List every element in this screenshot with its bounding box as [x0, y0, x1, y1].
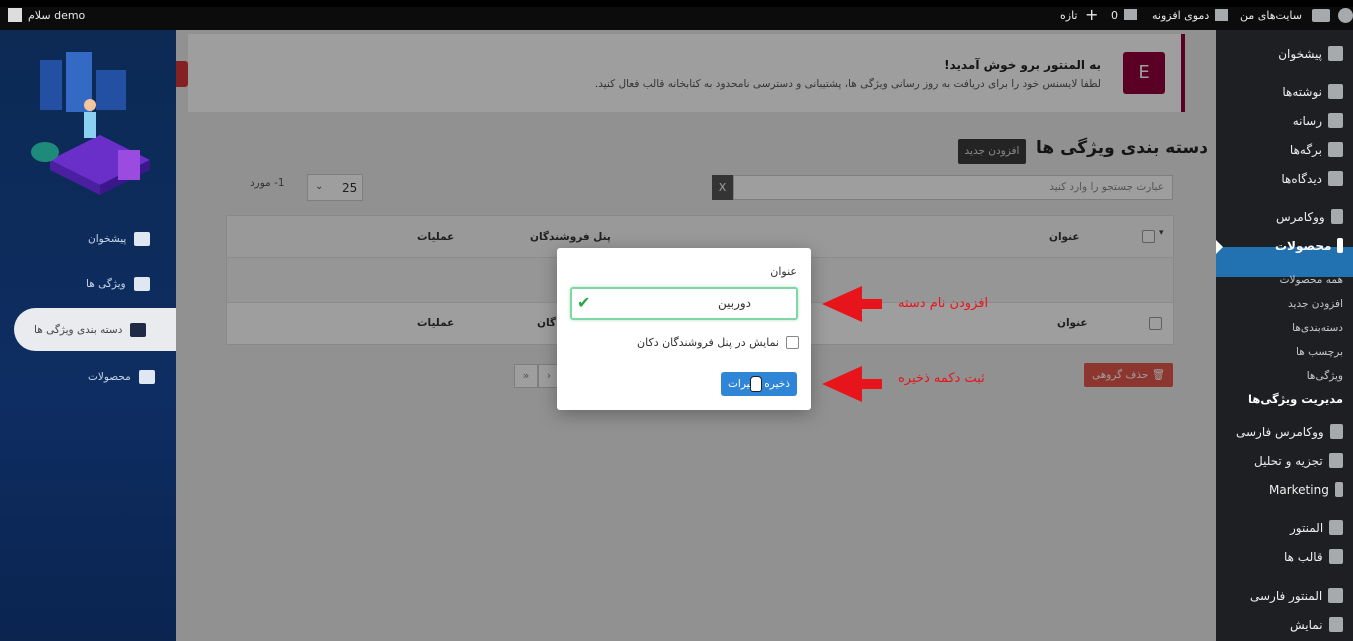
wp-menu-item-products[interactable]: محصولات: [1275, 238, 1343, 253]
wp-menu-item-woo-persian[interactable]: ووکامرس فارسی: [1236, 424, 1343, 439]
vendor-sidebar-item-attributes[interactable]: ویژگی ها: [86, 277, 150, 291]
avatar[interactable]: [8, 8, 22, 22]
elementor-icon: [1329, 520, 1343, 535]
pages-icon: [1328, 142, 1343, 157]
wp-menu-label: نوشته‌ها: [1282, 84, 1322, 99]
site-name-link[interactable]: دموی افزونه: [1152, 9, 1209, 22]
wp-menu-item-elementor[interactable]: المنتور: [1290, 520, 1343, 535]
wp-menu-item-templates[interactable]: قالب ها: [1284, 549, 1343, 564]
wp-menu-item-marketing[interactable]: Marketing: [1269, 482, 1343, 497]
wp-menu-label: تجزیه و تحلیل: [1254, 453, 1323, 468]
elementor-persian-icon: [1328, 588, 1343, 603]
wp-submenu-tags[interactable]: برچسب ها: [1291, 346, 1343, 358]
category-name-input[interactable]: ✔ دوربین: [570, 287, 798, 320]
brush-icon: [1328, 617, 1343, 632]
category-name-value: دوربین: [717, 296, 751, 310]
vendor-sidebar-item-label: دسته بندی ویژگی ها: [34, 324, 123, 336]
wp-menu-label: المنتور: [1290, 520, 1324, 535]
wp-submenu-all-products[interactable]: همه محصولات: [1275, 274, 1343, 286]
wp-menu-item-pages[interactable]: برگه‌ها: [1287, 142, 1343, 157]
wp-menu-item-posts[interactable]: نوشته‌ها: [1278, 84, 1343, 99]
vendor-panel-checkbox[interactable]: [786, 336, 799, 349]
woo-persian-icon: [1329, 424, 1343, 439]
wp-menu-label: برگه‌ها: [1289, 142, 1322, 157]
media-icon: [1328, 113, 1343, 128]
analytics-icon: [1328, 453, 1343, 468]
wp-menu-item-dashboard[interactable]: پیشخوان: [1278, 46, 1343, 61]
vendor-sidebar-item-label: محصولات: [88, 371, 131, 383]
list-icon: [133, 277, 150, 291]
vendor-sidebar-item-attribute-categories[interactable]: دسته بندی ویژگی ها: [34, 323, 147, 337]
vendor-sidebar-item-label: پیشخوان: [88, 233, 127, 245]
wp-menu-label: دیدگاه‌ها: [1281, 171, 1322, 186]
admin-bar: سلام demo سایت‌های من دموی افزونه 0 تازه…: [0, 0, 1353, 30]
wp-submenu-add-new[interactable]: افزودن جدید: [1286, 298, 1343, 310]
wp-menu-label: المنتور فارسی: [1250, 588, 1323, 603]
annotation-name-hint: افزودن نام دسته: [898, 296, 989, 311]
comment-icon: [1124, 9, 1137, 20]
add-category-modal: عنوان ✔ دوربین نمایش در پنل فروشندگان دک…: [557, 248, 811, 410]
wp-menu-label: ووکامرس: [1276, 209, 1325, 224]
wp-menu-label: قالب ها: [1284, 549, 1323, 564]
megaphone-icon: [1334, 482, 1343, 497]
wp-menu-item-analytics[interactable]: تجزیه و تحلیل: [1254, 453, 1343, 468]
my-sites-link[interactable]: سایت‌های من: [1240, 9, 1302, 22]
annotation-save-hint: ثبت دکمه ذخیره: [898, 371, 985, 386]
wp-menu-label: محصولات: [1275, 238, 1332, 253]
wp-submenu-attributes[interactable]: ویژگی‌ها: [1300, 370, 1343, 382]
pin-icon: [1328, 84, 1343, 99]
wp-logo-icon[interactable]: [1338, 8, 1353, 23]
sites-icon: [1312, 9, 1330, 22]
woo-icon: [1330, 209, 1343, 224]
vendor-sidebar-item-dashboard[interactable]: پیشخوان: [88, 232, 151, 246]
home-icon: [1215, 9, 1228, 21]
vendor-sidebar-item-label: ویژگی ها: [86, 278, 126, 290]
templates-icon: [1328, 549, 1343, 564]
new-link[interactable]: تازه: [1060, 9, 1078, 22]
dashboard-icon: [1328, 46, 1343, 61]
home-icon: [134, 232, 151, 246]
plus-icon: +: [1085, 5, 1099, 24]
comments-icon: [1328, 171, 1343, 186]
wp-menu-item-woocommerce[interactable]: ووکامرس: [1276, 209, 1343, 224]
wp-menu-item-elementor-persian[interactable]: المنتور فارسی: [1250, 588, 1343, 603]
wp-menu-label: نمایش: [1290, 617, 1323, 632]
active-menu-pointer: [1216, 240, 1223, 254]
comments-count[interactable]: 0: [1111, 9, 1118, 22]
dashboard-illustration: [31, 52, 150, 195]
wp-menu-label: رسانه: [1292, 113, 1322, 128]
vendor-panel-checkbox-row[interactable]: نمایش در پنل فروشندگان دکان: [617, 334, 799, 352]
cart-icon: [138, 370, 155, 384]
vendor-panel-checkbox-label: نمایش در پنل فروشندگان دکان: [637, 336, 779, 349]
products-icon: [1337, 238, 1343, 253]
wp-menu-label: Marketing: [1269, 482, 1329, 497]
user-greeting[interactable]: سلام demo: [28, 9, 85, 22]
wp-menu-item-comments[interactable]: دیدگاه‌ها: [1278, 171, 1343, 186]
wp-menu-label: پیشخوان: [1278, 46, 1322, 61]
valid-check-icon: ✔: [577, 293, 591, 312]
wp-menu-item-appearance[interactable]: نمایش: [1290, 617, 1343, 632]
wp-submenu-categories[interactable]: دسته‌بندی‌ها: [1282, 322, 1343, 334]
grid-icon: [130, 323, 147, 337]
annotation-arrow-name: [822, 286, 882, 322]
vendor-sidebar-item-products[interactable]: محصولات: [88, 370, 155, 384]
wp-submenu-manage-attributes[interactable]: مدیریت ویژگی‌ها: [1248, 392, 1343, 406]
annotation-arrow-save: [822, 366, 882, 402]
wp-menu-item-media[interactable]: رسانه: [1290, 113, 1343, 128]
hand-cursor-icon: [750, 376, 762, 392]
wp-menu-label: ووکامرس فارسی: [1236, 424, 1324, 439]
modal-field-label: عنوان: [770, 265, 797, 278]
